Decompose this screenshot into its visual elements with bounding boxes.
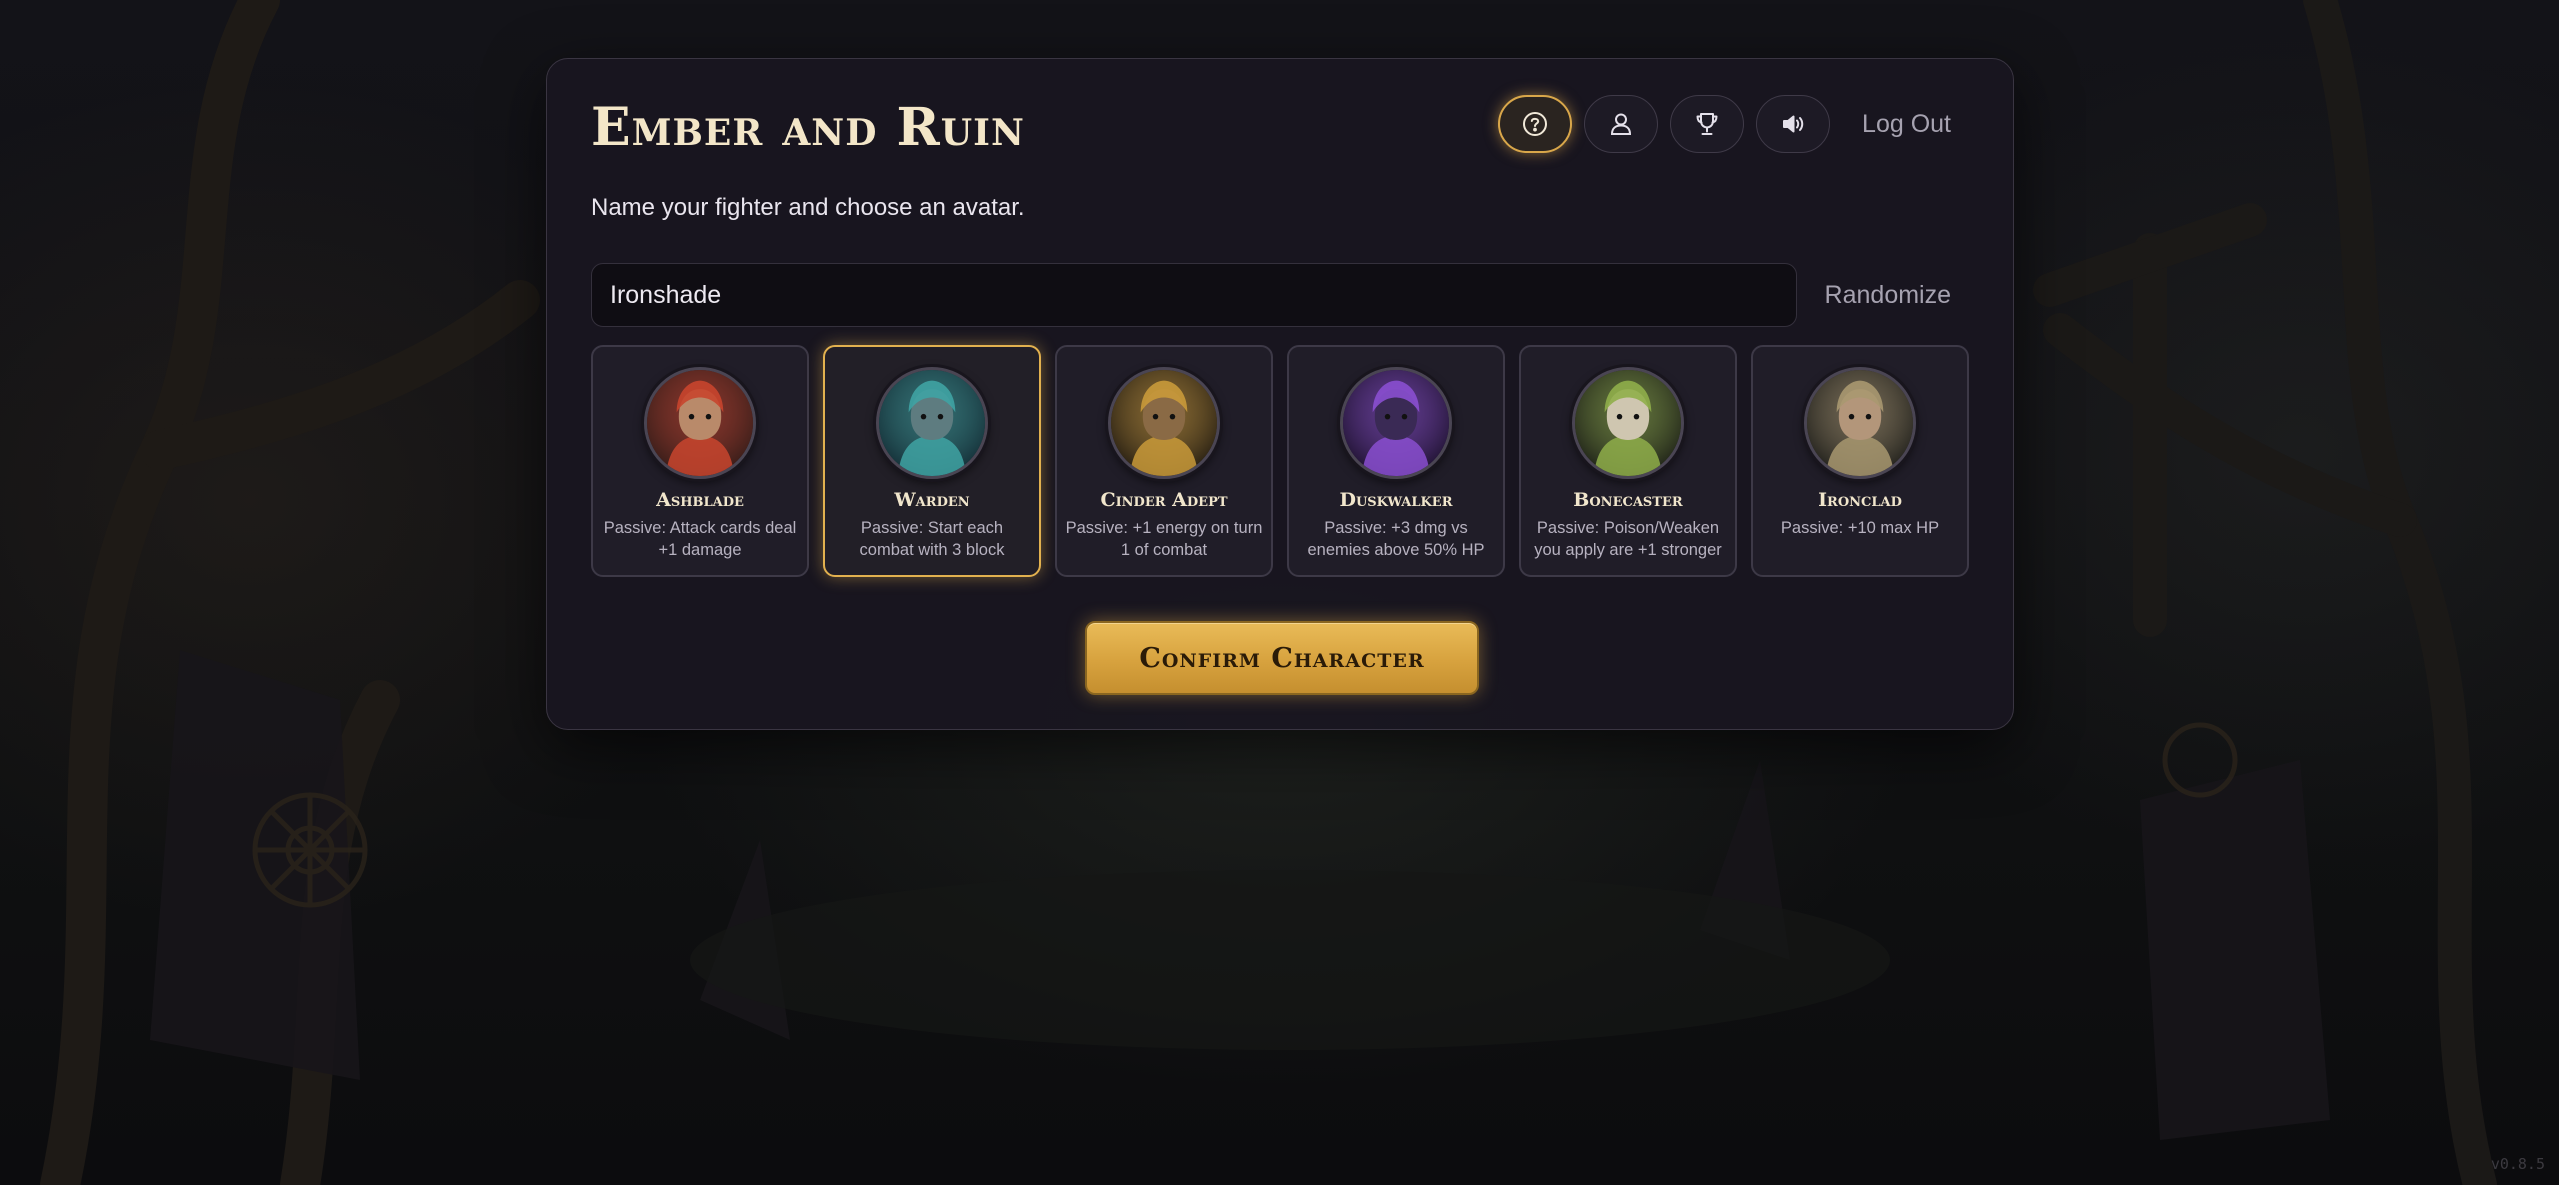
avatar-grid: Ashblade Passive: Attack cards deal +1 da… <box>591 345 1969 577</box>
speaker-icon <box>1783 115 1804 133</box>
profile-button[interactable] <box>1584 95 1659 153</box>
character-creation-panel: Ember and Ruin Log Out Name your fighter… <box>546 58 2014 730</box>
avatar-name: Duskwalker <box>1339 489 1453 511</box>
avatar-card-cinder-adept[interactable]: Cinder Adept Passive: +1 energy on turn 1… <box>1055 345 1273 577</box>
version-label: v0.8.5 <box>2490 1155 2545 1173</box>
user-icon <box>1611 113 1632 135</box>
avatar-passive: Passive: +1 energy on turn 1 of combat <box>1065 519 1263 559</box>
logout-button[interactable]: Log Out <box>1862 110 1951 139</box>
fighter-name-input[interactable] <box>591 263 1797 327</box>
app-title: Ember and Ruin <box>591 97 1025 158</box>
randomize-button[interactable]: Randomize <box>1825 281 1951 310</box>
avatar-portrait <box>876 367 988 479</box>
avatar-portrait <box>1572 367 1684 479</box>
leaderboard-button[interactable] <box>1670 95 1745 153</box>
avatar-name: Ashblade <box>656 489 744 511</box>
avatar-name: Ironclad <box>1818 489 1902 511</box>
avatar-card-duskwalker[interactable]: Duskwalker Passive: +3 dmg vs enemies abo… <box>1287 345 1505 577</box>
header-actions: Log Out <box>1498 95 1951 153</box>
avatar-card-warden[interactable]: Warden Passive: Start each combat with 3 … <box>823 345 1041 577</box>
avatar-portrait <box>1340 367 1452 479</box>
confirm-character-button[interactable]: Confirm Character <box>1085 621 1479 695</box>
avatar-portrait <box>1108 367 1220 479</box>
avatar-name: Warden <box>894 489 970 511</box>
avatar-card-ashblade[interactable]: Ashblade Passive: Attack cards deal +1 da… <box>591 345 809 577</box>
instructions-text: Name your fighter and choose an avatar. <box>591 194 1025 221</box>
avatar-passive: Passive: Start each combat with 3 block <box>859 519 1005 559</box>
avatar-card-bonecaster[interactable]: Bonecaster Passive: Poison/Weaken you app… <box>1519 345 1737 577</box>
trophy-icon <box>1696 113 1718 135</box>
avatar-name: Cinder Adept <box>1100 489 1228 511</box>
avatar-passive: Passive: Attack cards deal +1 damage <box>603 519 797 559</box>
avatar-portrait <box>1804 367 1916 479</box>
avatar-name: Bonecaster <box>1573 489 1683 511</box>
avatar-passive: Passive: +10 max HP <box>1780 519 1940 537</box>
help-button[interactable] <box>1498 95 1573 153</box>
avatar-portrait <box>644 367 756 479</box>
sound-button[interactable] <box>1756 95 1831 153</box>
avatar-passive: Passive: Poison/Weaken you apply are +1 … <box>1534 519 1722 559</box>
avatar-passive: Passive: +3 dmg vs enemies above 50% HP <box>1307 519 1485 559</box>
help-circle-icon <box>1523 112 1548 136</box>
avatar-card-ironclad[interactable]: Ironclad Passive: +10 max HP <box>1751 345 1969 577</box>
